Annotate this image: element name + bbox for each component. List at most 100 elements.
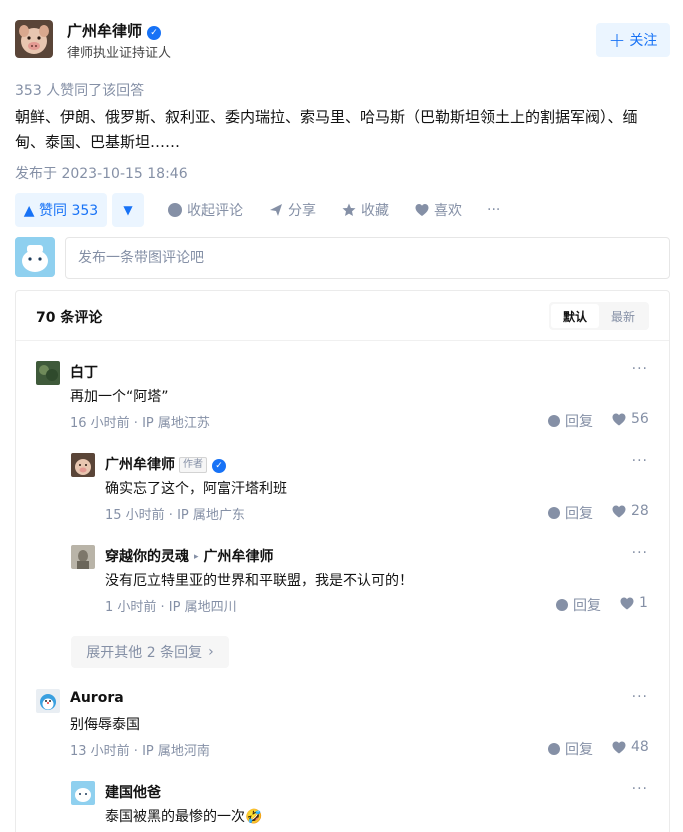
comment-input-row: [15, 237, 670, 279]
comment-bubble-icon: [556, 599, 568, 611]
author-description: 律师执业证持证人: [67, 46, 172, 61]
heart-icon: [612, 505, 626, 517]
author-name-text[interactable]: 广州牟律师: [67, 22, 142, 40]
comment-like-count: 56: [631, 411, 649, 427]
heart-icon: [612, 413, 626, 425]
comment-meta: 16 小时前 · IP 属地江苏: [70, 416, 210, 431]
comment-meta: 15 小时前 · IP 属地广东: [105, 508, 245, 523]
comment-text: 没有厄立特里亚的世界和平联盟，我是不认可的！: [105, 573, 413, 589]
comment-more-button[interactable]: ···: [632, 545, 648, 561]
comment-bubble-icon: [548, 507, 560, 519]
votes-summary[interactable]: 353 人赞同了该回答: [15, 80, 144, 100]
comments-count: 70 条评论: [36, 310, 103, 326]
comment-icon: [168, 203, 182, 217]
comment-text: 再加一个“阿塔”: [70, 389, 169, 405]
share-label: 分享: [288, 203, 316, 219]
expand-replies-button[interactable]: 展开其他 2 条回复 ›: [71, 636, 229, 668]
comment-author[interactable]: 建国他爸: [105, 782, 161, 802]
comment-more-button[interactable]: ···: [632, 781, 648, 797]
collapse-comments-label: 收起评论: [187, 203, 243, 219]
comment-like-count: 1: [639, 595, 648, 611]
comment-author[interactable]: 白丁: [70, 362, 98, 382]
sort-default-button[interactable]: 默认: [551, 304, 599, 328]
comment-item: 白丁 ··· 再加一个“阿塔” 16 小时前 · IP 属地江苏 回复 56: [36, 361, 649, 431]
comments-panel: 70 条评论 默认 最新 白丁 ··· 再加一个“阿塔” 16 小时前 · IP…: [15, 290, 670, 832]
publish-time[interactable]: 发布于 2023-10-15 18:46: [15, 163, 188, 183]
avatar[interactable]: [36, 361, 60, 385]
comment-author-name[interactable]: 广州牟律师: [105, 457, 175, 473]
heart-icon: [612, 741, 626, 753]
comment-meta: 1 小时前 · IP 属地四川: [105, 600, 237, 615]
like-button[interactable]: 喜欢: [415, 193, 462, 227]
comment-input[interactable]: [65, 237, 670, 279]
reply-label: 回复: [565, 506, 593, 522]
comment-text: 别侮辱泰国: [70, 717, 140, 733]
reply-arrow-icon: ▸: [194, 552, 199, 562]
reply-button[interactable]: 回复: [548, 503, 593, 523]
share-icon: [270, 204, 282, 216]
comment-author[interactable]: Aurora: [70, 690, 124, 706]
comment-reply-item: 穿越你的灵魂 ▸ 广州牟律师 ··· 没有厄立特里亚的世界和平联盟，我是不认可的！ …: [71, 545, 648, 615]
comment-like-button[interactable]: 28: [612, 503, 649, 519]
avatar[interactable]: [71, 781, 95, 805]
comment-like-count: 28: [631, 503, 649, 519]
author-tag: 作者: [179, 457, 207, 473]
answer-author-header: 广州牟律师 ✓ 律师执业证持证人 + 关注: [15, 20, 670, 61]
star-icon: [342, 203, 356, 216]
favorite-label: 收藏: [361, 203, 389, 219]
comment-text: 泰国被黑的最惨的一次🤣: [105, 809, 263, 825]
more-actions-button[interactable]: ···: [487, 193, 500, 227]
comment-meta: 13 小时前 · IP 属地河南: [70, 744, 210, 759]
reply-button[interactable]: 回复: [556, 595, 601, 615]
avatar[interactable]: [36, 689, 60, 713]
comment-author-name[interactable]: 穿越你的灵魂: [105, 549, 189, 565]
favorite-button[interactable]: 收藏: [342, 193, 389, 227]
answer-action-bar: ▲ 赞同 353 ▼ 收起评论 分享 收藏 喜欢 ···: [15, 193, 675, 227]
reply-label: 回复: [565, 414, 593, 430]
avatar[interactable]: [71, 453, 95, 477]
comments-sort-toggle: 默认 最新: [549, 302, 649, 330]
plus-icon: +: [608, 28, 626, 52]
comment-like-button[interactable]: 1: [620, 595, 648, 611]
avatar[interactable]: [71, 545, 95, 569]
comment-author[interactable]: 穿越你的灵魂 ▸ 广州牟律师: [105, 546, 274, 566]
like-label: 喜欢: [434, 203, 462, 219]
vote-up-button[interactable]: ▲ 赞同 353: [15, 193, 107, 227]
comment-more-button[interactable]: ···: [632, 453, 648, 469]
comment-reply-item: 建国他爸 ··· 泰国被黑的最惨的一次🤣: [71, 781, 648, 832]
heart-icon: [415, 204, 429, 216]
share-button[interactable]: 分享: [269, 193, 316, 227]
sort-latest-button[interactable]: 最新: [599, 304, 647, 328]
comment-bubble-icon: [548, 415, 560, 427]
verified-icon: ✓: [147, 26, 162, 40]
follow-button[interactable]: + 关注: [596, 23, 670, 57]
collapse-comments-button[interactable]: 收起评论: [168, 193, 243, 227]
author-avatar[interactable]: [15, 20, 53, 58]
follow-button-label: 关注: [629, 33, 658, 49]
comments-header: 70 条评论 默认 最新: [16, 291, 669, 341]
reply-label: 回复: [565, 742, 593, 758]
current-user-avatar[interactable]: [15, 237, 55, 277]
verified-icon: ✓: [212, 459, 226, 473]
comment-like-count: 48: [631, 739, 649, 755]
comment-like-button[interactable]: 48: [612, 739, 649, 755]
vote-down-button[interactable]: ▼: [112, 193, 144, 227]
comment-bubble-icon: [548, 743, 560, 755]
comment-text: 确实忘了这个，阿富汗塔利班: [105, 481, 287, 497]
comment-more-button[interactable]: ···: [632, 689, 648, 705]
expand-replies-label: 展开其他 2 条回复: [86, 645, 203, 661]
more-actions-label: ···: [487, 202, 501, 218]
reply-to-name[interactable]: 广州牟律师: [204, 549, 274, 565]
heart-icon: [620, 597, 634, 609]
comment-more-button[interactable]: ···: [632, 361, 648, 377]
reply-button[interactable]: 回复: [548, 411, 593, 431]
comment-author[interactable]: 广州牟律师 作者 ✓: [105, 454, 226, 474]
reply-label: 回复: [573, 598, 601, 614]
author-name[interactable]: 广州牟律师 ✓: [67, 20, 162, 41]
chevron-right-icon: ›: [208, 644, 214, 660]
answer-content: 朝鲜、伊朗、俄罗斯、叙利亚、委内瑞拉、索马里、哈马斯（巴勒斯坦领土上的割据军阀）…: [15, 108, 638, 151]
comment-like-button[interactable]: 56: [612, 411, 649, 427]
comment-item: Aurora ··· 别侮辱泰国 13 小时前 · IP 属地河南 回复 48: [36, 689, 649, 759]
reply-button[interactable]: 回复: [548, 739, 593, 759]
comment-reply-item: 广州牟律师 作者 ✓ ··· 确实忘了这个，阿富汗塔利班 15 小时前 · IP 属…: [71, 453, 649, 523]
